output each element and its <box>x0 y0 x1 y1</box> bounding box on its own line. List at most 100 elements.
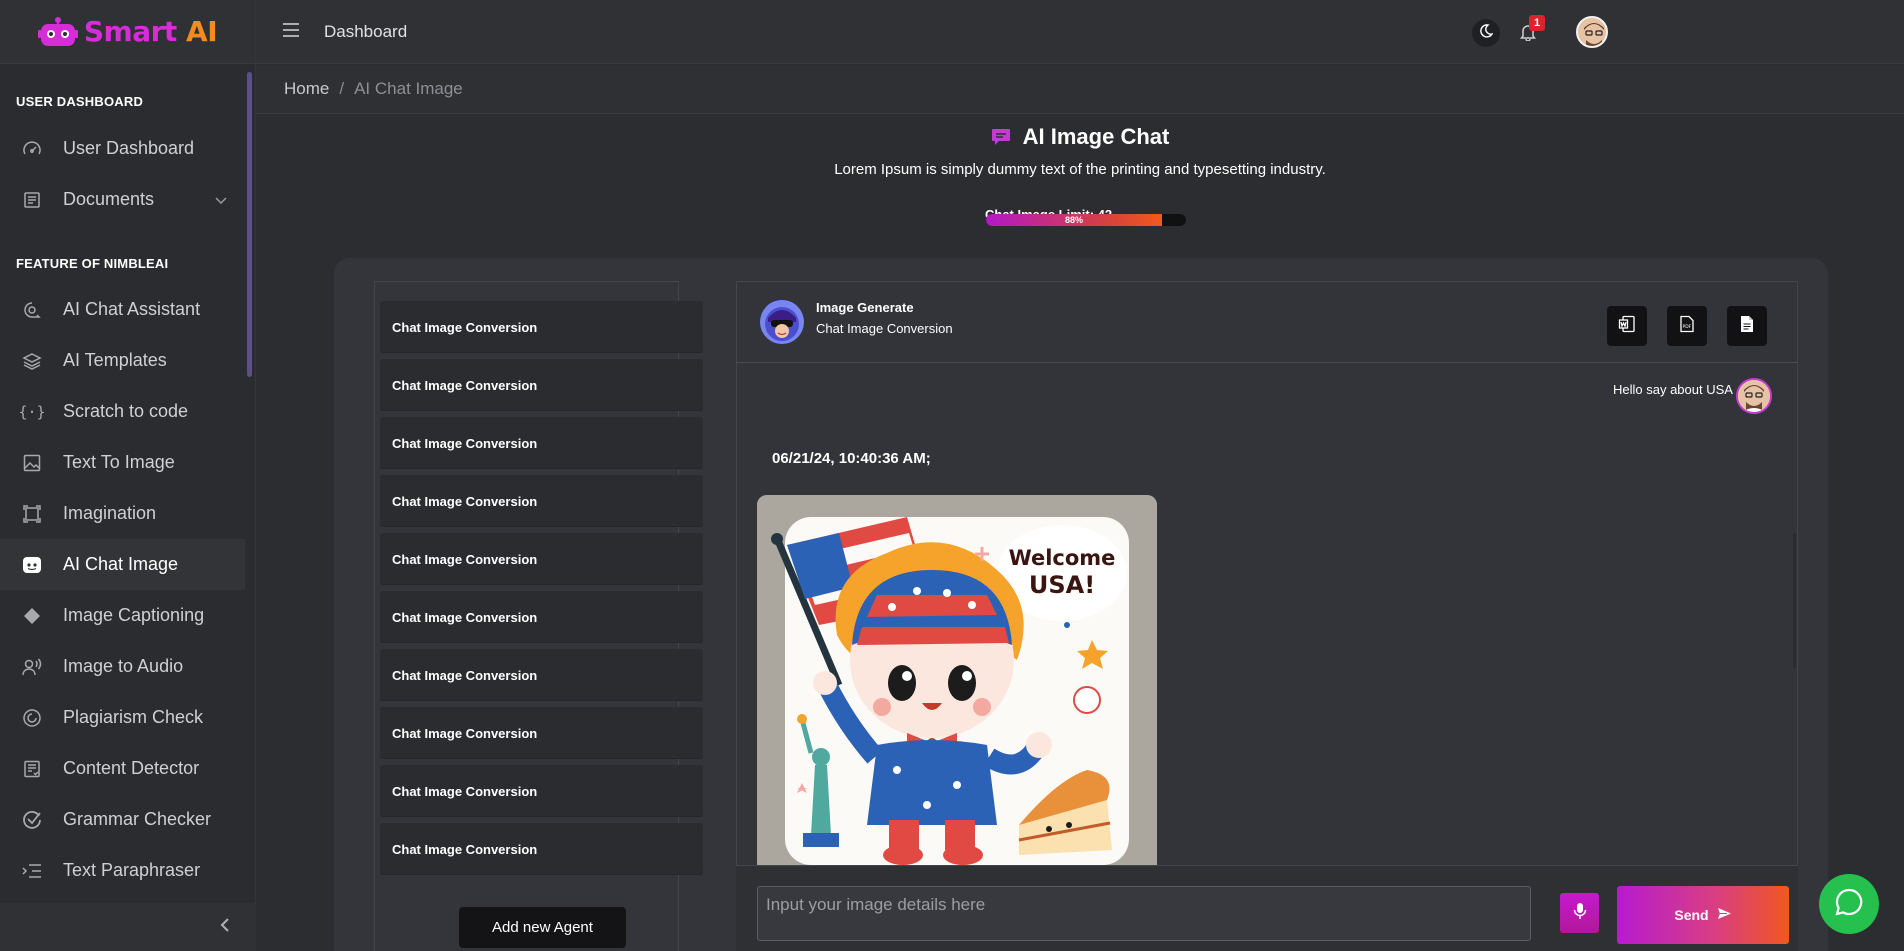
spiral-icon <box>21 707 43 729</box>
dark-mode-toggle[interactable] <box>1472 19 1500 47</box>
sidebar-item-image-captioning[interactable]: Image Captioning <box>0 590 245 641</box>
user-message-text: Hello say about USA <box>1613 382 1733 397</box>
microphone-icon <box>1573 902 1587 925</box>
sidebar-item-imagination[interactable]: Imagination <box>0 488 245 539</box>
sidebar-item-label: User Dashboard <box>63 138 195 158</box>
sidebar-item-label: AI Chat Image <box>63 554 179 574</box>
sidebar-item-label: Image Captioning <box>63 605 205 625</box>
conversation-item-label: Chat Image Conversion <box>392 609 538 625</box>
sidebar: Smart AI USER DASHBOARD User Dashboard D… <box>0 0 256 951</box>
moon-icon <box>1479 23 1494 43</box>
layers-icon <box>21 350 43 372</box>
gauge-icon <box>21 138 43 160</box>
discord-icon <box>21 554 43 576</box>
breadcrumb-home[interactable]: Home <box>284 79 329 99</box>
sidebar-item-text-to-image[interactable]: Text To Image <box>0 437 245 488</box>
conversation-item[interactable]: Chat Image Conversion <box>380 823 703 875</box>
conversation-item[interactable]: Chat Image Conversion <box>380 301 703 353</box>
conversation-item[interactable]: Chat Image Conversion <box>380 591 703 643</box>
code-braces-icon: {·} <box>18 402 46 421</box>
chat-name: Image Generate <box>816 300 914 315</box>
export-word-button[interactable] <box>1607 306 1647 346</box>
sidebar-footer <box>0 903 256 951</box>
conversation-item[interactable]: Chat Image Conversion <box>380 417 703 469</box>
send-icon <box>1717 907 1732 923</box>
whatsapp-chat-button[interactable] <box>1819 874 1879 934</box>
chat-input[interactable] <box>757 886 1531 941</box>
section-feature: FEATURE OF NIMBLEAI <box>16 256 169 271</box>
topbar-title: Dashboard <box>324 21 408 41</box>
sidebar-item-label: Imagination <box>63 503 157 523</box>
sidebar-item-label: Text To Image <box>63 452 175 472</box>
sidebar-item-scratch-to-code[interactable]: {·} Scratch to code <box>0 386 245 437</box>
menu-icon[interactable] <box>282 20 302 43</box>
sidebar-item-ai-templates[interactable]: AI Templates <box>0 335 245 386</box>
breadcrumb: Home / AI Chat Image <box>256 65 1904 114</box>
sidebar-item-ai-chat-assistant[interactable]: AI Chat Assistant <box>0 284 245 335</box>
conversation-item[interactable]: Chat Image Conversion <box>380 649 703 701</box>
export-pdf-button[interactable]: PDF <box>1667 306 1707 346</box>
logo[interactable]: Smart AI <box>0 0 255 64</box>
page-title: AI Image Chat <box>991 124 1170 150</box>
diamond-icon <box>21 605 43 627</box>
generated-image[interactable]: Welcome USA! <box>757 495 1157 865</box>
document-icon <box>21 189 43 211</box>
sidebar-item-label: Documents <box>63 189 155 209</box>
page-title-text: AI Image Chat <box>1022 124 1170 149</box>
list-indent-icon <box>21 860 43 882</box>
sidebar-item-documents[interactable]: Documents <box>0 174 245 225</box>
word-file-icon <box>1618 315 1636 338</box>
breadcrumb-separator: / <box>339 79 345 98</box>
svg-text:PDF: PDF <box>1683 324 1692 330</box>
microphone-button[interactable] <box>1560 893 1599 933</box>
chat-subtitle: Chat Image Conversion <box>816 321 953 336</box>
add-new-agent-button[interactable]: Add new Agent <box>459 907 626 948</box>
image-text-welcome: Welcome <box>1009 546 1116 570</box>
collapse-sidebar-icon[interactable] <box>220 917 230 938</box>
conversation-item-label: Chat Image Conversion <box>392 783 538 799</box>
logo-word-ai: AI <box>186 15 218 48</box>
conversation-item-label: Chat Image Conversion <box>392 435 538 451</box>
check-circle-icon <box>21 809 43 831</box>
sidebar-item-content-detector[interactable]: Content Detector <box>0 743 245 794</box>
send-label: Send <box>1674 907 1709 923</box>
sidebar-item-label: Content Detector <box>63 758 200 778</box>
conversation-item[interactable]: Chat Image Conversion <box>380 533 703 585</box>
report-icon <box>21 758 43 780</box>
sidebar-item-label: Image to Audio <box>63 656 184 676</box>
page-subtitle: Lorem Ipsum is simply dummy text of the … <box>834 161 1326 178</box>
export-text-button[interactable] <box>1727 306 1767 346</box>
conversation-item-label: Chat Image Conversion <box>392 319 538 335</box>
send-button[interactable]: Send <box>1617 886 1789 944</box>
text-file-icon <box>1740 315 1754 338</box>
conversation-item[interactable]: Chat Image Conversion <box>380 707 703 759</box>
logo-word-smart: Smart <box>83 15 177 48</box>
sidebar-item-grammar-checker[interactable]: Grammar Checker <box>0 794 245 845</box>
conversation-item-label: Chat Image Conversion <box>392 377 538 393</box>
limit-progress-bar: 88% <box>986 214 1186 226</box>
sidebar-nav: USER DASHBOARD User Dashboard Documents … <box>0 64 255 903</box>
chat-bubble-icon <box>991 129 1010 145</box>
sidebar-scrollbar[interactable] <box>247 72 252 377</box>
sidebar-item-user-dashboard[interactable]: User Dashboard <box>0 123 245 174</box>
bot-avatar <box>760 300 804 344</box>
sidebar-item-label: AI Chat Assistant <box>63 299 201 319</box>
chat-scrollbar[interactable] <box>1793 533 1796 668</box>
logo-text: Smart AI <box>83 15 218 48</box>
notification-badge: 1 <box>1529 15 1545 31</box>
sidebar-item-text-paraphraser[interactable]: Text Paraphraser <box>0 845 245 896</box>
pdf-file-icon: PDF <box>1679 315 1695 338</box>
breadcrumb-current: AI Chat Image <box>354 79 463 98</box>
conversation-item[interactable]: Chat Image Conversion <box>380 475 703 527</box>
sidebar-item-image-to-audio[interactable]: Image to Audio <box>0 641 245 692</box>
sidebar-item-label: Scratch to code <box>63 401 189 421</box>
user-avatar[interactable] <box>1576 16 1608 48</box>
message-timestamp: 06/21/24, 10:40:36 AM; <box>772 450 931 467</box>
conversation-item[interactable]: Chat Image Conversion <box>380 765 703 817</box>
sidebar-item-label: Text Paraphraser <box>63 860 201 880</box>
conversation-item-label: Chat Image Conversion <box>392 493 538 509</box>
conversation-item-label: Chat Image Conversion <box>392 551 538 567</box>
conversation-item[interactable]: Chat Image Conversion <box>380 359 703 411</box>
sidebar-item-plagiarism-check[interactable]: Plagiarism Check <box>0 692 245 743</box>
sidebar-item-ai-chat-image[interactable]: AI Chat Image <box>0 539 245 590</box>
